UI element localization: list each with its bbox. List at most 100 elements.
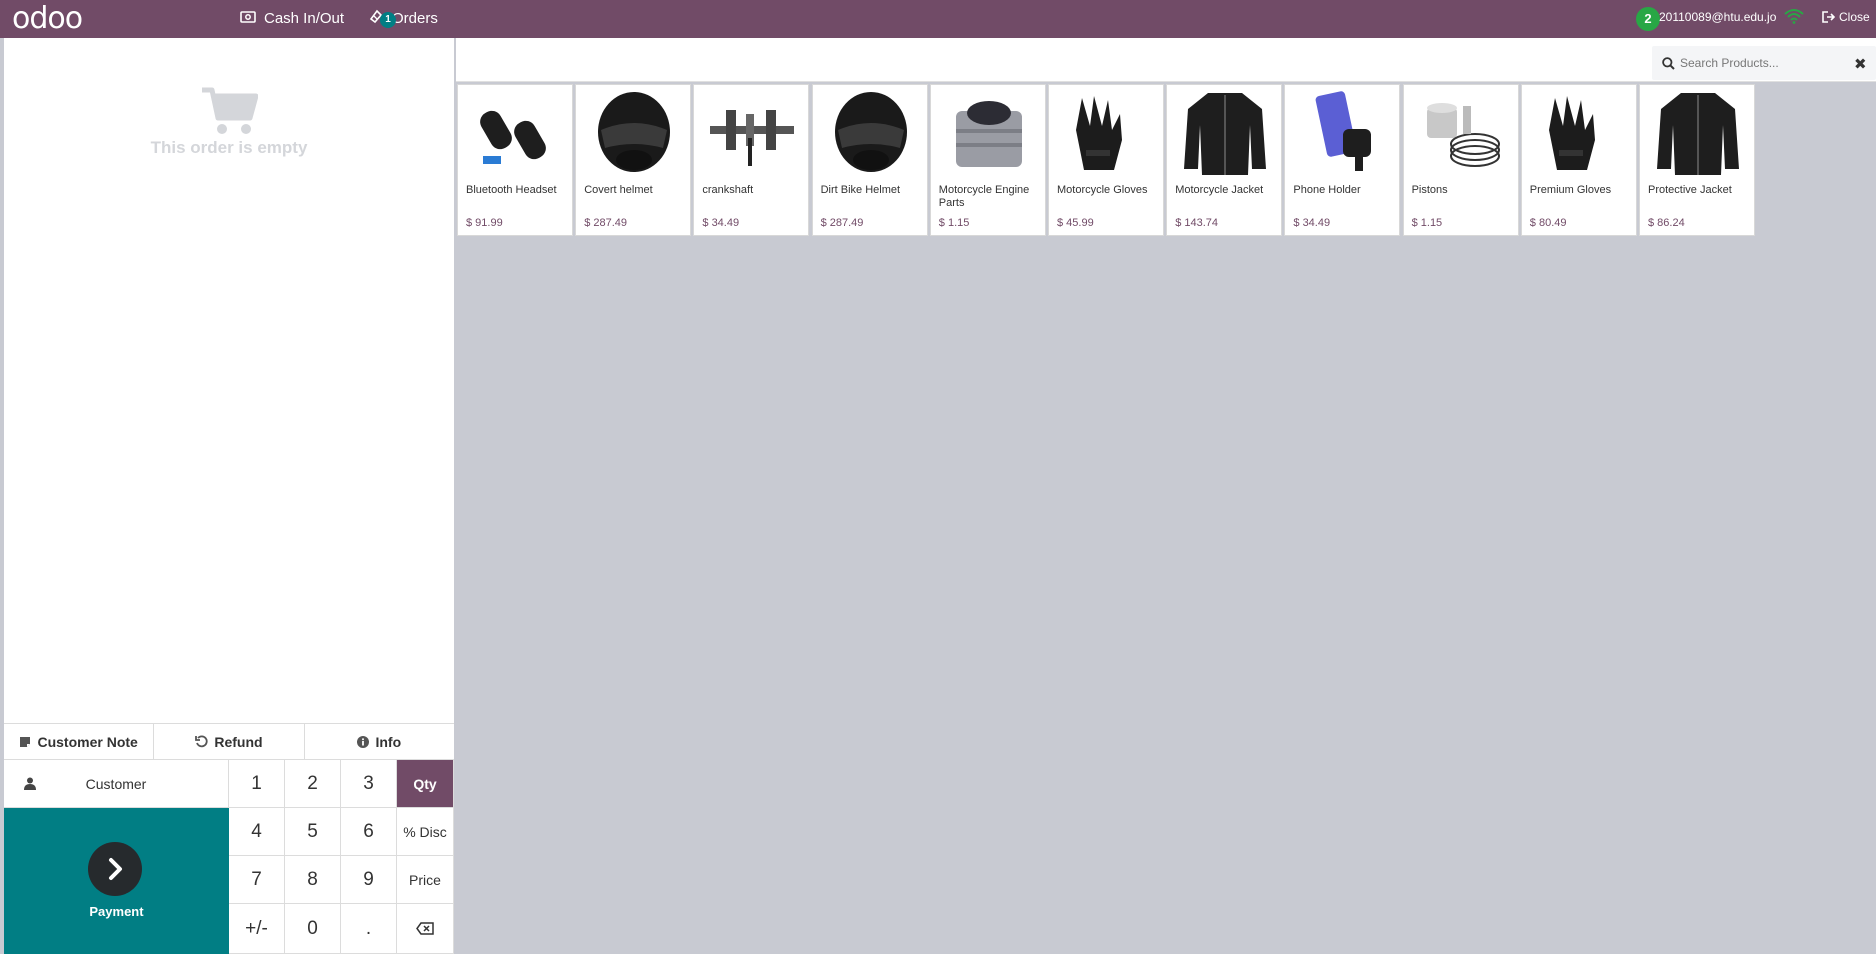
product-price: $ 287.49	[584, 217, 628, 229]
user-icon	[24, 777, 36, 790]
refund-button[interactable]: Refund	[154, 724, 305, 759]
refund-label: Refund	[214, 733, 263, 750]
search-box: ✖	[1652, 46, 1876, 80]
piston-product-image	[1412, 87, 1512, 179]
gloves-product-image	[1530, 87, 1630, 179]
info-icon	[357, 735, 370, 748]
product-card[interactable]: Motorcycle Gloves $ 45.99	[1048, 84, 1164, 236]
money-icon	[240, 10, 256, 27]
product-name: Motorcycle Jacket	[1175, 184, 1264, 196]
order-control-buttons: Customer Note Refund Info	[4, 723, 454, 760]
payment-label: Payment	[89, 904, 144, 919]
empty-order-text: This order is empty	[150, 138, 308, 157]
product-name: Covert helmet	[584, 184, 653, 196]
note-icon	[20, 736, 31, 747]
product-name: Bluetooth Headset	[466, 184, 557, 196]
product-card[interactable]: Premium Gloves $ 80.49	[1520, 84, 1637, 236]
product-price: $ 287.49	[820, 217, 864, 229]
undo-icon	[195, 735, 208, 748]
numpad-plus-minus[interactable]: +/-	[229, 904, 285, 954]
gloves-product-image	[1057, 87, 1157, 179]
customer-note-label: Customer Note	[37, 733, 138, 750]
headset-product-image	[466, 87, 566, 179]
numpad-key-4[interactable]: 4	[229, 808, 285, 856]
product-price: $ 1.15	[938, 217, 970, 229]
cash-in-out-button[interactable]: Cash In/Out	[240, 0, 344, 36]
cashier-count-badge[interactable]: 2	[1636, 7, 1660, 31]
product-price: $ 143.74	[1175, 217, 1219, 229]
info-label: Info	[375, 733, 402, 750]
sign-out-icon	[1822, 11, 1835, 23]
numpad-key-9[interactable]: 9	[341, 856, 397, 904]
numpad-key-2[interactable]: 2	[285, 760, 341, 808]
product-card[interactable]: Pistons $ 1.15	[1402, 84, 1519, 236]
numpad-disc-mode[interactable]: % Disc	[397, 808, 454, 856]
product-card[interactable]: Motorcycle Engine Parts $ 1.15	[929, 84, 1046, 236]
product-name: Pistons	[1411, 184, 1448, 196]
numpad-key-1[interactable]: 1	[229, 760, 285, 808]
payment-circle	[88, 842, 142, 896]
product-price: $ 45.99	[1057, 217, 1094, 229]
numpad: 1 2 3 Qty 4 5 6 % Disc 7 8 9 Price +/- 0…	[229, 760, 454, 954]
customer-note-button[interactable]: Customer Note	[4, 724, 155, 759]
cash-in-out-label: Cash In/Out	[264, 9, 345, 27]
odoo-logo: odoo	[12, 1, 83, 36]
product-price: $ 86.24	[1648, 217, 1685, 229]
product-card[interactable]: Bluetooth Headset $ 91.99	[457, 84, 573, 236]
helmet-product-image	[584, 87, 684, 179]
product-name: crankshaft	[702, 184, 754, 196]
engine-product-image	[939, 87, 1039, 179]
numpad-key-6[interactable]: 6	[341, 808, 397, 856]
helmet-product-image	[821, 87, 921, 179]
numpad-backspace[interactable]	[397, 904, 454, 954]
customer-label: Customer	[85, 775, 147, 792]
info-button[interactable]: Info	[304, 724, 454, 759]
shopping-cart-icon	[202, 87, 258, 134]
product-name: Dirt Bike Helmet	[820, 184, 901, 196]
product-price: $ 1.15	[1411, 217, 1443, 229]
product-card[interactable]: Phone Holder $ 34.49	[1284, 84, 1401, 236]
product-card[interactable]: Protective Jacket $ 86.24	[1639, 84, 1755, 236]
numpad-qty-mode[interactable]: Qty	[397, 760, 454, 808]
crankshaft-product-image	[702, 87, 802, 179]
payment-button[interactable]: Payment	[4, 808, 229, 954]
product-name: Premium Gloves	[1529, 184, 1612, 196]
orders-label: Orders	[392, 9, 438, 27]
wifi-icon	[1784, 8, 1804, 29]
product-search-bar: ✖	[456, 38, 1876, 82]
numpad-key-3[interactable]: 3	[341, 760, 397, 808]
order-panel: This order is empty Customer Note Refund…	[4, 38, 454, 954]
product-card[interactable]: Covert helmet $ 287.49	[575, 84, 692, 236]
numpad-key-0[interactable]: 0	[285, 904, 341, 954]
empty-order-placeholder: This order is empty	[4, 86, 454, 158]
search-input[interactable]	[1680, 46, 1850, 80]
ticket-icon: 1	[368, 8, 396, 28]
product-name: Motorcycle Gloves	[1057, 184, 1148, 196]
product-price: $ 34.49	[702, 217, 740, 229]
top-navbar: odoo Cash In/Out 1 Orders 2 20110089@htu…	[0, 0, 1876, 38]
product-card[interactable]: Motorcycle Jacket $ 143.74	[1166, 84, 1283, 236]
customer-button[interactable]: Customer	[4, 760, 229, 808]
product-card[interactable]: crankshaft $ 34.49	[693, 84, 810, 236]
orders-button[interactable]: 1 Orders	[368, 0, 438, 36]
search-icon	[1662, 57, 1675, 70]
numpad-key-5[interactable]: 5	[285, 808, 341, 856]
orders-count-badge: 1	[380, 12, 396, 28]
product-card[interactable]: Dirt Bike Helmet $ 287.49	[811, 84, 928, 236]
close-label: Close	[1839, 10, 1870, 24]
clear-search-icon[interactable]: ✖	[1854, 55, 1867, 73]
backspace-icon	[416, 922, 434, 935]
numpad-key-8[interactable]: 8	[285, 856, 341, 904]
cashier-name[interactable]: 20110089@htu.edu.jo	[1659, 0, 1776, 34]
jacket-product-image	[1648, 87, 1748, 179]
product-price: $ 80.49	[1529, 217, 1567, 229]
close-button[interactable]: Close	[1822, 0, 1870, 34]
chevron-right-icon	[109, 858, 122, 880]
product-name: Protective Jacket	[1648, 184, 1732, 196]
phone-product-image	[1293, 87, 1393, 179]
numpad-key-7[interactable]: 7	[229, 856, 285, 904]
numpad-key-dot[interactable]: .	[341, 904, 397, 954]
product-name: Phone Holder	[1293, 184, 1361, 196]
numpad-price-mode[interactable]: Price	[397, 856, 454, 904]
product-name: Motorcycle Engine Parts	[938, 184, 1030, 209]
